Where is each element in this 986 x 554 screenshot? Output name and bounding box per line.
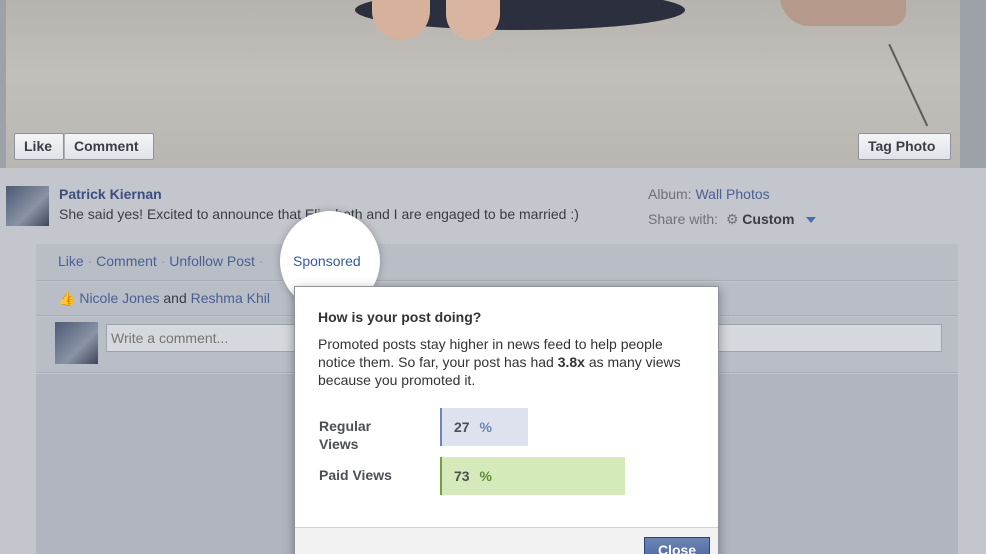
popup-description: Promoted posts stay higher in news feed … — [318, 335, 698, 389]
author-avatar[interactable] — [6, 186, 49, 226]
likes-and: and — [163, 290, 187, 306]
gear-icon: ⚙ — [721, 211, 739, 227]
author-name[interactable]: Patrick Kiernan — [59, 186, 162, 202]
tag-photo-button[interactable]: Tag Photo — [858, 133, 951, 160]
share-value[interactable]: Custom — [742, 211, 794, 227]
close-button[interactable]: Close — [644, 537, 710, 554]
separator: · — [160, 253, 166, 269]
thumbs-up-icon: 👍 — [58, 290, 76, 306]
separator: · — [258, 253, 264, 269]
separator: · — [87, 253, 93, 269]
likes-summary: 👍 Nicole Jones and Reshma Khil — [58, 290, 270, 307]
post-actions: Like · Comment · Unfollow Post · — [58, 253, 263, 269]
regular-views-bar: 27 % — [440, 408, 528, 446]
promotion-stats-popup: How is your post doing? Promoted posts s… — [294, 286, 719, 554]
paid-views-value: 73 — [454, 468, 470, 484]
views-multiplier: 3.8x — [557, 354, 585, 370]
chevron-down-icon[interactable] — [806, 217, 817, 224]
share-info: Share with: ⚙ Custom — [648, 211, 817, 228]
photo-hand — [446, 0, 500, 40]
photo-frame-right — [960, 0, 986, 168]
regular-views-label: Regular Views — [319, 418, 372, 452]
liker-link[interactable]: Nicole Jones — [79, 290, 159, 306]
sponsored-link[interactable]: Sponsored — [293, 253, 361, 269]
photo-like-button[interactable]: Like — [14, 133, 64, 160]
like-link[interactable]: Like — [58, 253, 84, 269]
photo-frame-left — [0, 0, 6, 168]
paid-views-label: Paid Views — [319, 467, 392, 483]
photo-shoe — [780, 0, 906, 26]
liker-link[interactable]: Reshma Khil — [191, 290, 270, 306]
regular-views-unit: % — [479, 419, 492, 435]
commenter-avatar — [55, 322, 98, 364]
share-label: Share with: — [648, 211, 719, 227]
photo-hand — [372, 0, 430, 40]
album-label: Album: — [648, 186, 692, 202]
popup-title: How is your post doing? — [318, 309, 482, 325]
album-info: Album: Wall Photos — [648, 186, 770, 202]
photo-comment-button[interactable]: Comment — [64, 133, 154, 160]
unfollow-link[interactable]: Unfollow Post — [169, 253, 255, 269]
regular-views-value: 27 — [454, 419, 470, 435]
comment-link[interactable]: Comment — [96, 253, 157, 269]
paid-views-unit: % — [479, 468, 492, 484]
paid-views-bar: 73 % — [440, 457, 625, 495]
album-link[interactable]: Wall Photos — [695, 186, 769, 202]
